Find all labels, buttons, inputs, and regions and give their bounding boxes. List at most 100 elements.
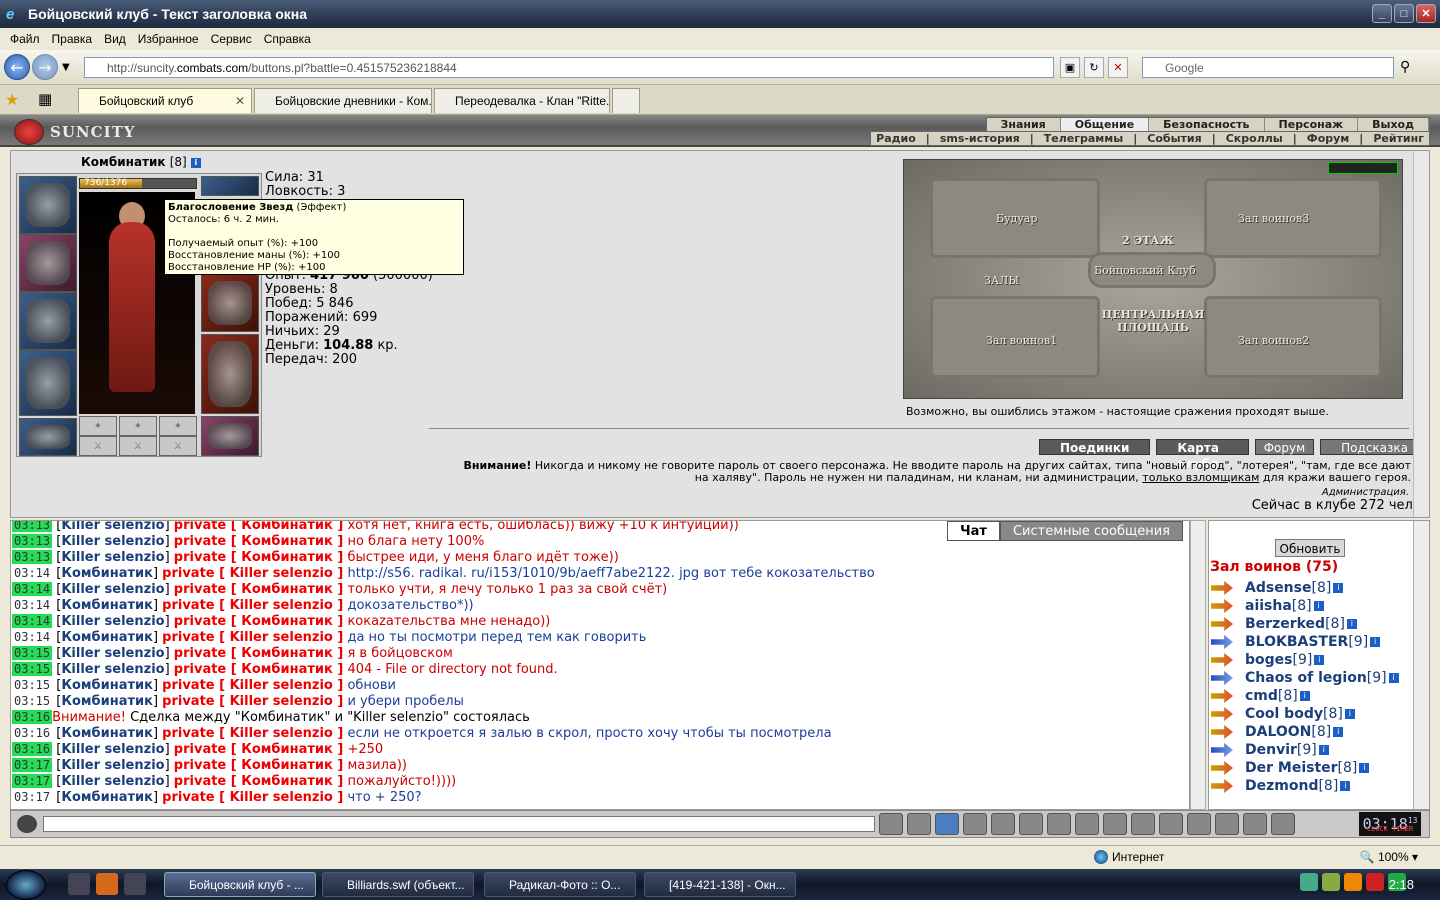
message-author[interactable]: Killer selenzio — [61, 521, 164, 533]
user-list-item[interactable]: DALOON [8] i — [1211, 723, 1399, 741]
message-author[interactable]: Killer selenzio — [61, 614, 164, 629]
address-bar[interactable]: http://suncity. combats.com/buttons.pl?ba… — [84, 57, 1054, 78]
message-recipient[interactable]: Комбинатик — [241, 550, 333, 565]
app-icon[interactable] — [124, 873, 146, 895]
menu-tools[interactable]: Сервис — [205, 32, 258, 46]
info-icon[interactable]: i — [1346, 619, 1357, 629]
club-map[interactable]: Будуар Зал воинов3 2 ЭТАЖ Бойцовский Клу… — [903, 159, 1403, 399]
private-arrow-icon[interactable] — [1211, 743, 1233, 757]
info-icon[interactable]: i — [1370, 637, 1381, 647]
user-name[interactable]: cmd — [1245, 688, 1278, 704]
smiley-icon[interactable] — [1075, 813, 1099, 835]
private-arrow-icon[interactable] — [1211, 689, 1233, 703]
message-recipient[interactable]: Комбинатик — [241, 521, 333, 533]
user-name[interactable]: Cool body — [1245, 706, 1323, 722]
info-icon[interactable]: i — [1314, 655, 1325, 665]
submenu-radio[interactable]: Радио — [871, 132, 921, 145]
message-author[interactable]: Killer selenzio — [61, 758, 164, 773]
taskbar-item-radikal[interactable]: Радикал-Фото :: О... — [484, 872, 636, 897]
chat-scrollbar[interactable] — [1190, 520, 1206, 810]
message-recipient[interactable]: Killer selenzio — [230, 726, 333, 741]
info-icon[interactable]: i — [190, 157, 201, 168]
menu-knowledge[interactable]: Знания — [987, 118, 1061, 132]
rune-slot-1[interactable]: ⚔ — [79, 436, 117, 456]
message-author[interactable]: Комбинатик — [61, 694, 153, 709]
refresh-button[interactable]: Обновить — [1275, 539, 1345, 557]
submenu-forum[interactable]: Форум — [1302, 132, 1355, 145]
user-name[interactable]: Dezmond — [1245, 778, 1318, 794]
private-arrow-icon[interactable] — [1211, 581, 1233, 595]
firefox-icon[interactable] — [96, 873, 118, 895]
mask-icon[interactable] — [1187, 813, 1211, 835]
close-button[interactable]: ✕ — [1416, 4, 1436, 23]
menu-file[interactable]: Файл — [4, 32, 46, 46]
tab-chat[interactable]: Чат — [947, 521, 1000, 541]
user-list-scrollbar[interactable] — [1413, 521, 1429, 809]
private-arrow-icon[interactable] — [1211, 653, 1233, 667]
club-map-button[interactable]: Карта клуба — [1156, 439, 1249, 471]
ring-slot-3[interactable]: ✦ — [159, 416, 197, 436]
user-name[interactable]: Berzerked — [1245, 616, 1325, 632]
user-name[interactable]: boges — [1245, 652, 1293, 668]
amulet-slot[interactable] — [201, 176, 259, 196]
user-list-item[interactable]: Berzerked [8] i — [1211, 615, 1399, 633]
user-name[interactable]: Chaos of legion — [1245, 670, 1367, 686]
message-recipient[interactable]: Killer selenzio — [230, 790, 333, 805]
info-icon[interactable]: i — [1333, 583, 1344, 593]
message-author[interactable]: Комбинатик — [61, 790, 153, 805]
send-icon[interactable] — [879, 813, 903, 835]
user-list-item[interactable]: Der Meister [8] i — [1211, 759, 1399, 777]
volume-icon[interactable] — [1322, 873, 1340, 891]
search-icon[interactable]: ⚲ — [1400, 59, 1410, 75]
menu-edit[interactable]: Правка — [46, 32, 99, 46]
forum-button[interactable]: Форум — [1254, 439, 1315, 455]
taskbar-item-billiards[interactable]: Billiards.swf (объект... — [322, 872, 474, 897]
back-button[interactable]: ← — [4, 54, 30, 80]
message-author[interactable]: Killer selenzio — [61, 550, 164, 565]
tab-diaries[interactable]: Бойцовские дневники - Ком... — [254, 88, 432, 113]
warning-link[interactable]: только взломщикам — [1142, 471, 1259, 484]
private-arrow-icon[interactable] — [1211, 671, 1233, 685]
network-icon[interactable] — [1300, 873, 1318, 891]
private-arrow-icon[interactable] — [1211, 617, 1233, 631]
user-list-item[interactable]: boges [9] i — [1211, 651, 1399, 669]
favorites-star-icon[interactable]: ★ — [5, 90, 19, 109]
menu-help[interactable]: Справка — [258, 32, 317, 46]
submenu-telegrams[interactable]: Телеграммы — [1039, 132, 1128, 145]
chat-avatar-icon[interactable] — [17, 815, 37, 833]
inventory-icon[interactable] — [1131, 813, 1155, 835]
weapon-slot[interactable] — [19, 292, 77, 350]
start-button[interactable] — [6, 870, 46, 900]
info-icon[interactable]: i — [1344, 709, 1355, 719]
info-icon[interactable]: i — [1299, 691, 1310, 701]
sound-icon[interactable] — [1047, 813, 1071, 835]
private-arrow-icon[interactable] — [1211, 599, 1233, 613]
helmet-slot[interactable] — [19, 176, 77, 234]
user-list-item[interactable]: cmd [8] i — [1211, 687, 1399, 705]
quick-tabs-icon[interactable]: ▦ — [38, 90, 52, 108]
minimize-button[interactable]: _ — [1372, 4, 1392, 23]
belt-slot[interactable] — [19, 418, 77, 456]
message-recipient[interactable]: Killer selenzio — [230, 678, 333, 693]
search-input[interactable]: Google — [1142, 57, 1394, 78]
message-author[interactable]: Killer selenzio — [61, 662, 164, 677]
scroll-icon[interactable] — [1159, 813, 1183, 835]
user-name[interactable]: Adsense — [1245, 580, 1311, 596]
clear-icon[interactable] — [907, 813, 931, 835]
shield-slot[interactable] — [201, 274, 259, 332]
percent-icon[interactable] — [1019, 813, 1043, 835]
user-list-item[interactable]: Adsense [8] i — [1211, 579, 1399, 597]
submenu-scrolls[interactable]: Скроллы — [1221, 132, 1288, 145]
menu-character[interactable]: Персонаж — [1265, 118, 1359, 132]
message-author[interactable]: Комбинатик — [61, 566, 153, 581]
submenu-events[interactable]: События — [1142, 132, 1206, 145]
armor-slot[interactable] — [19, 350, 77, 416]
message-recipient[interactable]: Комбинатик — [241, 758, 333, 773]
info-icon[interactable]: i — [1313, 601, 1324, 611]
forward-button[interactable]: → — [32, 54, 58, 80]
taskbar-item-ie[interactable]: Бойцовский клуб - ... — [164, 872, 316, 897]
main-scrollbar[interactable] — [1413, 151, 1429, 517]
ring-slot-1[interactable]: ✦ — [79, 416, 117, 436]
stop-icon[interactable]: ✕ — [1108, 57, 1128, 78]
message-recipient[interactable]: Комбинатик — [241, 534, 333, 549]
